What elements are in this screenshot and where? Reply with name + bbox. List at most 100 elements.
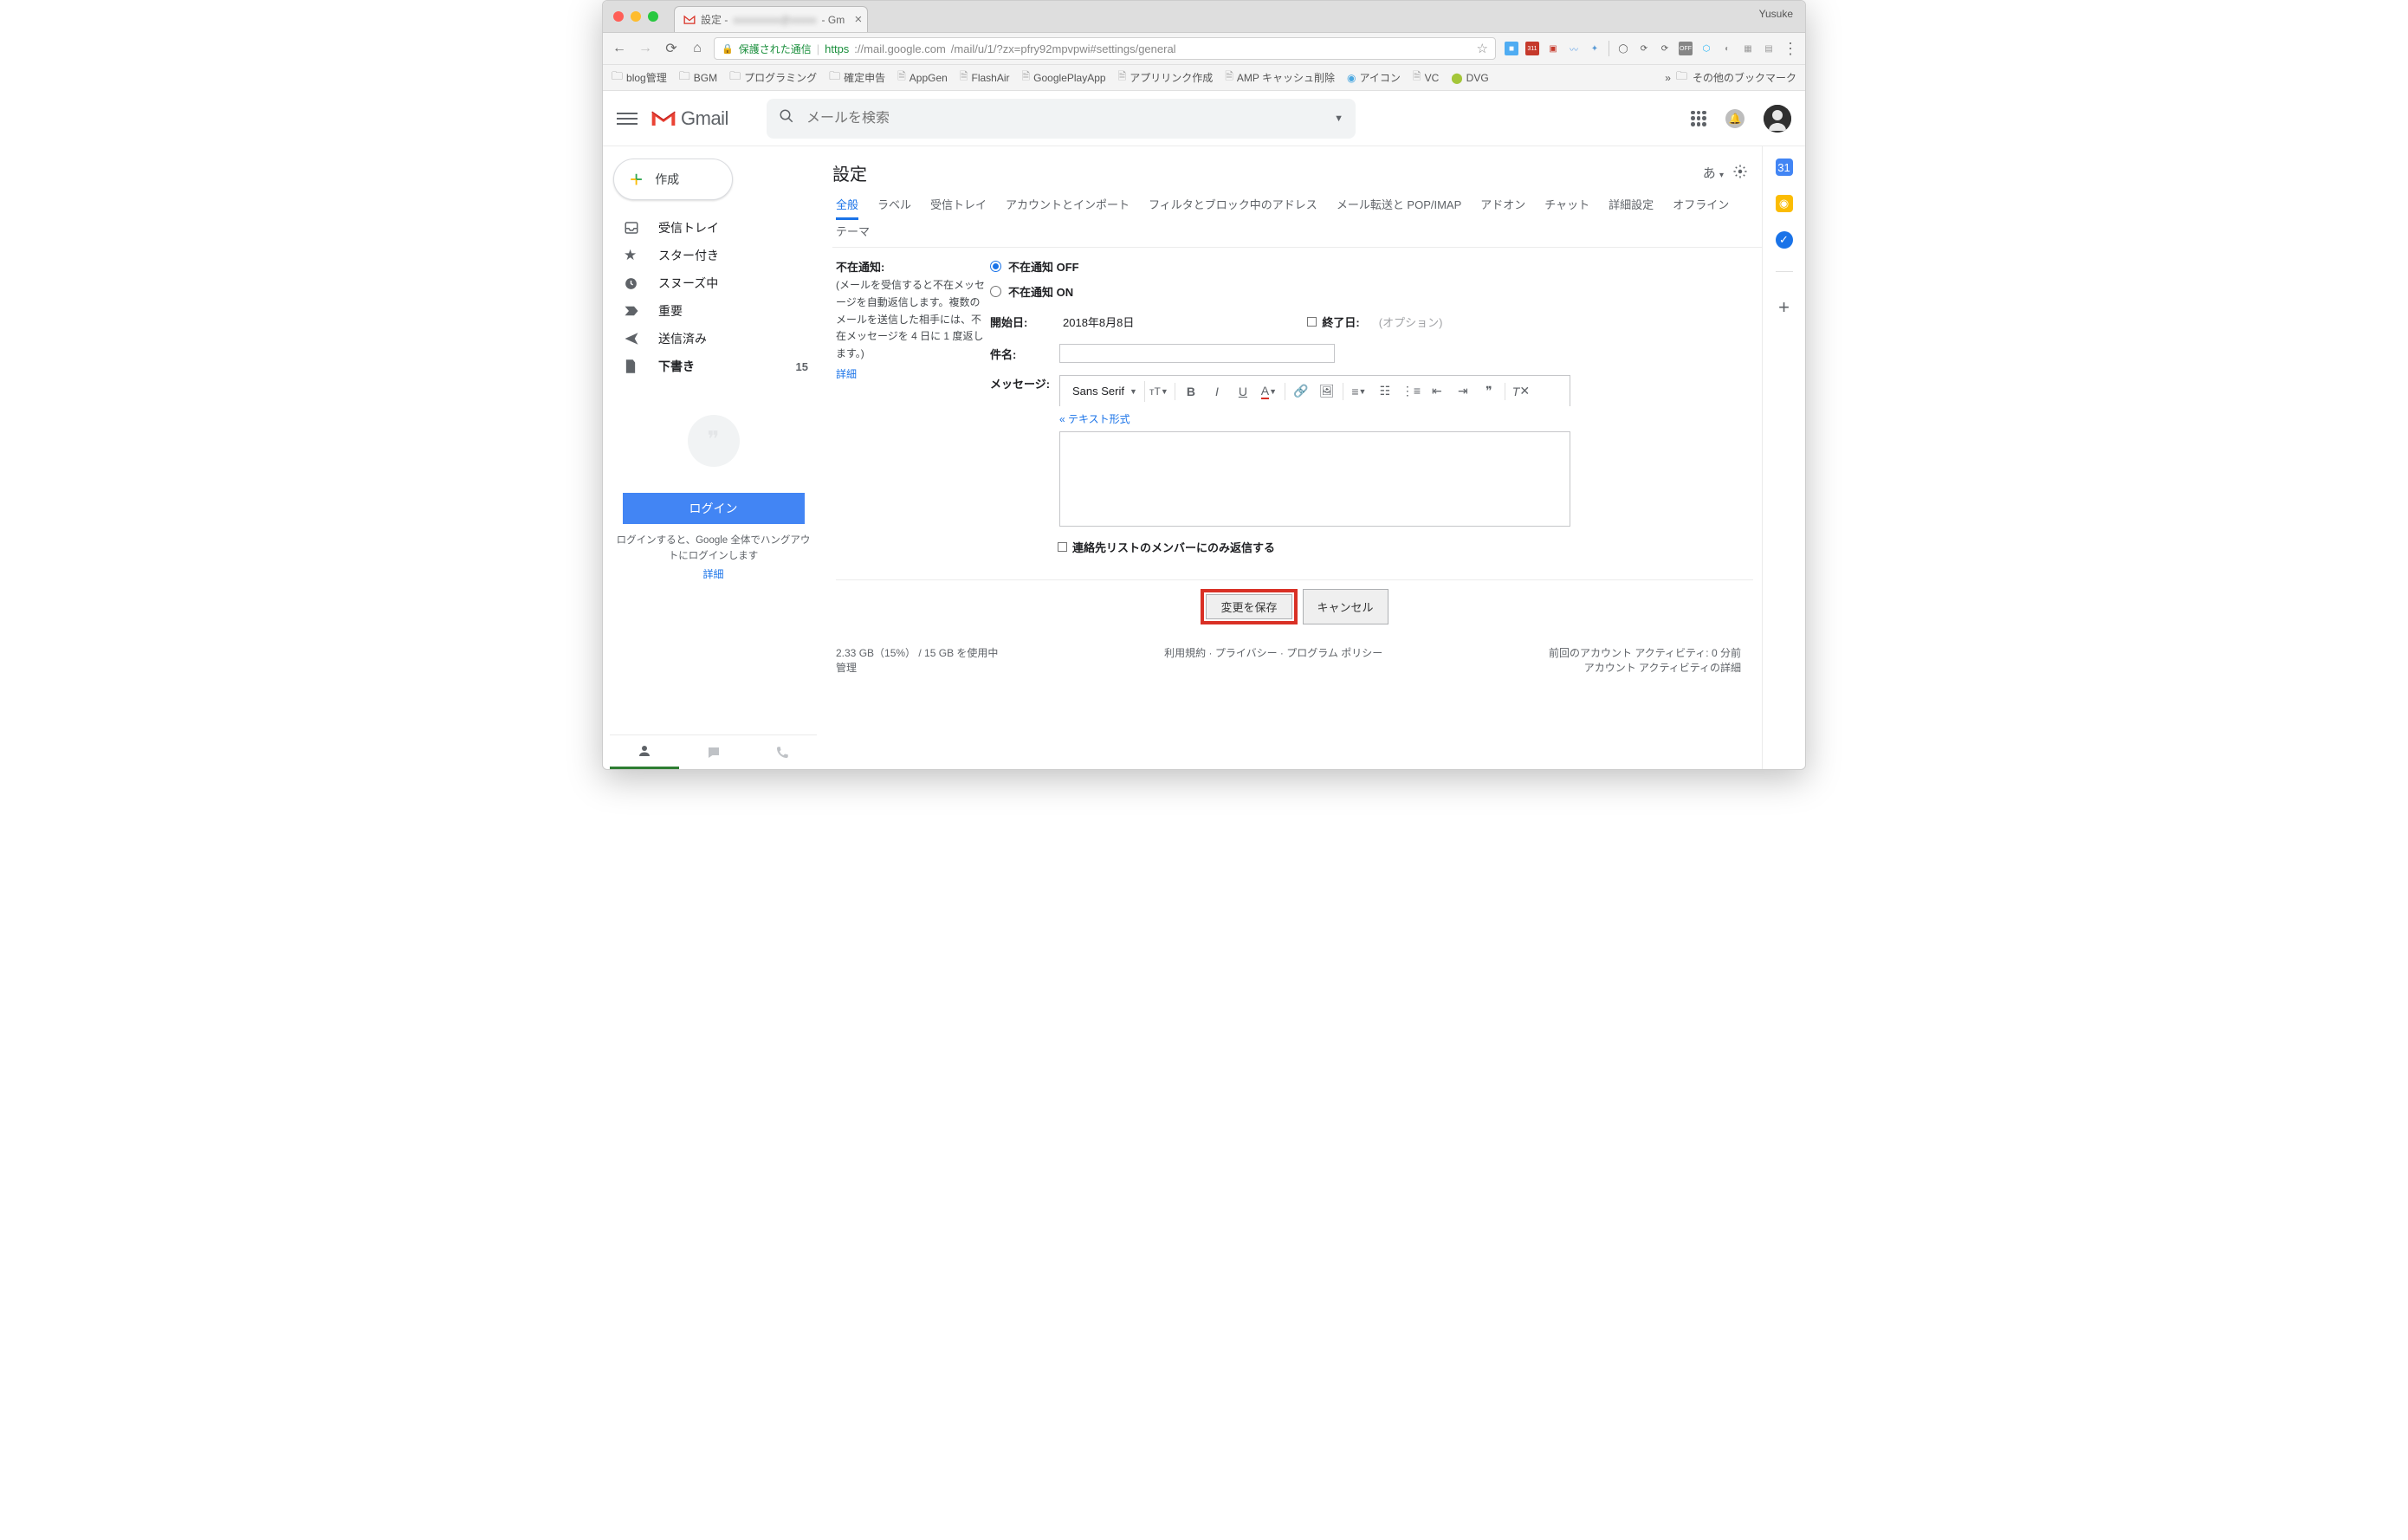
settings-tab[interactable]: メール転送と POP/IMAP — [1337, 196, 1461, 212]
indent-less-button[interactable]: ⇤ — [1425, 380, 1449, 403]
settings-tab[interactable]: オフライン — [1673, 196, 1729, 212]
input-lang-button[interactable]: あ ▾ — [1703, 164, 1724, 182]
bookmark-item[interactable]: 🗀BGM — [679, 68, 717, 87]
nav-item[interactable]: ★スター付き — [610, 242, 817, 269]
hangouts-detail-link[interactable]: 詳細 — [610, 566, 817, 581]
browser-tab[interactable]: 設定 - xxxxxxxxx@xxxxx - Gm × — [674, 6, 868, 32]
notifications-icon[interactable]: 🔔 — [1725, 109, 1745, 128]
tasks-icon[interactable]: ✓ — [1776, 231, 1793, 249]
numbered-list-button[interactable]: ☷ — [1373, 380, 1397, 403]
bookmark-item[interactable]: 🗎VC — [1413, 68, 1439, 87]
reload-button[interactable]: ⟳ — [662, 40, 681, 57]
bookmark-item[interactable]: 🗎GooglePlayApp — [1022, 68, 1106, 87]
back-button[interactable]: ← — [610, 41, 629, 56]
extension-icon[interactable]: 〰 — [1567, 42, 1581, 55]
chrome-menu-icon[interactable]: ⋮ — [1783, 40, 1796, 58]
nav-item[interactable]: 重要 — [610, 297, 817, 325]
hangouts-contacts-tab[interactable] — [610, 735, 679, 769]
gmail-logo[interactable]: Gmail — [650, 107, 728, 130]
link-button[interactable]: 🔗 — [1289, 380, 1313, 403]
bookmark-item[interactable]: ⬤DVG — [1451, 72, 1488, 84]
window-minimize[interactable] — [631, 11, 641, 22]
account-avatar[interactable] — [1764, 105, 1791, 133]
settings-tab[interactable]: アカウントとインポート — [1006, 196, 1130, 212]
chrome-profile-name[interactable]: Yusuke — [1759, 8, 1793, 20]
nav-item[interactable]: スヌーズ中 — [610, 269, 817, 297]
search-icon[interactable] — [779, 108, 794, 128]
extension-icon[interactable]: ⟳ — [1658, 42, 1672, 55]
keep-icon[interactable]: ◉ — [1776, 195, 1793, 212]
bookmark-star-icon[interactable]: ☆ — [1477, 41, 1488, 56]
main-menu-icon[interactable] — [617, 113, 638, 125]
calendar-icon[interactable]: 31 — [1776, 159, 1793, 176]
italic-button[interactable]: I — [1205, 380, 1229, 403]
bold-button[interactable]: B — [1179, 380, 1203, 403]
search-box[interactable]: ▼ — [767, 99, 1356, 139]
footer-links[interactable]: 利用規約 · プライバシー · プログラム ポリシー — [998, 645, 1549, 675]
hangouts-chat-tab[interactable] — [679, 735, 748, 769]
extension-icon[interactable]: ▤ — [1762, 42, 1776, 55]
extension-icon[interactable]: ▦ — [1741, 42, 1755, 55]
subject-input[interactable] — [1059, 344, 1335, 363]
extension-icon[interactable]: ◯ — [1616, 42, 1630, 55]
extension-icon[interactable]: 311 — [1525, 42, 1539, 55]
save-button[interactable]: 変更を保存 — [1206, 594, 1291, 619]
settings-tab[interactable]: テーマ — [836, 223, 870, 239]
gear-icon[interactable] — [1732, 164, 1748, 183]
quote-button[interactable]: ❞ — [1477, 380, 1501, 403]
activity-detail-link[interactable]: アカウント アクティビティの詳細 — [1584, 662, 1741, 674]
start-date-value[interactable]: 2018年8月8日 — [1059, 312, 1137, 332]
extension-icon[interactable]: ■ — [1505, 42, 1518, 55]
text-color-button[interactable]: A ▼ — [1257, 380, 1281, 403]
vacation-detail-link[interactable]: 詳細 — [836, 366, 857, 381]
forward-button[interactable]: → — [636, 41, 655, 56]
nav-item[interactable]: 下書き15 — [610, 353, 817, 380]
bullet-list-button[interactable]: ⋮≡ — [1399, 380, 1423, 403]
extension-icon[interactable]: ⟳ — [1637, 42, 1651, 55]
underline-button[interactable]: U — [1231, 380, 1255, 403]
window-maximize[interactable] — [648, 11, 658, 22]
indent-more-button[interactable]: ⇥ — [1451, 380, 1475, 403]
other-bookmarks[interactable]: その他のブックマーク — [1693, 70, 1796, 85]
hangouts-login-button[interactable]: ログイン — [623, 493, 805, 524]
plain-text-link[interactable]: « テキスト形式 — [1059, 406, 1570, 431]
settings-tab[interactable]: チャット — [1544, 196, 1589, 212]
bookmark-item[interactable]: 🗎FlashAir — [960, 68, 1010, 87]
contacts-only-checkbox[interactable] — [1058, 542, 1067, 552]
font-family-dropdown[interactable]: Sans Serif▼ — [1065, 381, 1145, 402]
settings-tab[interactable]: フィルタとブロック中のアドレス — [1149, 196, 1317, 212]
bookmark-item[interactable]: ◉アイコン — [1347, 70, 1401, 85]
bookmark-item[interactable]: 🗎AppGen — [897, 68, 948, 87]
search-input[interactable] — [806, 111, 1322, 126]
message-textarea[interactable] — [1059, 431, 1570, 527]
storage-manage-link[interactable]: 管理 — [836, 662, 857, 674]
tab-close-icon[interactable]: × — [854, 12, 862, 27]
omnibox[interactable]: 🔒 保護された通信 | https://mail.google.com/mail… — [714, 37, 1496, 60]
extension-icon[interactable]: OFF — [1679, 42, 1693, 55]
end-date-checkbox[interactable] — [1307, 317, 1317, 327]
window-close[interactable] — [613, 11, 624, 22]
settings-tab[interactable]: 全般 — [836, 196, 858, 212]
cancel-button[interactable]: キャンセル — [1303, 589, 1388, 624]
bookmark-item[interactable]: 🗎AMP キャッシュ削除 — [1225, 68, 1335, 87]
search-options-caret[interactable]: ▼ — [1334, 113, 1343, 124]
compose-button[interactable]: + 作成 — [613, 159, 733, 200]
clear-format-button[interactable]: T✕ — [1509, 380, 1533, 403]
settings-tab[interactable]: ラベル — [877, 196, 911, 212]
image-button[interactable]: 🖼 — [1315, 380, 1339, 403]
nav-item[interactable]: 送信済み — [610, 325, 817, 353]
settings-tab[interactable]: アドオン — [1480, 196, 1525, 212]
apps-grid-icon[interactable] — [1691, 111, 1706, 126]
add-panel-icon[interactable]: + — [1778, 296, 1790, 319]
bookmark-item[interactable]: 🗀blog管理 — [612, 68, 667, 87]
vacation-on-radio[interactable] — [990, 286, 1001, 297]
extension-icon[interactable]: ▣ — [1546, 42, 1560, 55]
home-button[interactable]: ⌂ — [688, 41, 707, 56]
vacation-off-radio[interactable] — [990, 261, 1001, 272]
hangouts-phone-tab[interactable] — [748, 735, 817, 769]
extension-icon[interactable]: ✦ — [1588, 42, 1602, 55]
settings-tab[interactable]: 詳細設定 — [1609, 196, 1654, 212]
bookmark-item[interactable]: 🗀プログラミング — [729, 68, 817, 87]
settings-tab[interactable]: 受信トレイ — [930, 196, 987, 212]
font-size-button[interactable]: тT ▼ — [1147, 380, 1171, 403]
